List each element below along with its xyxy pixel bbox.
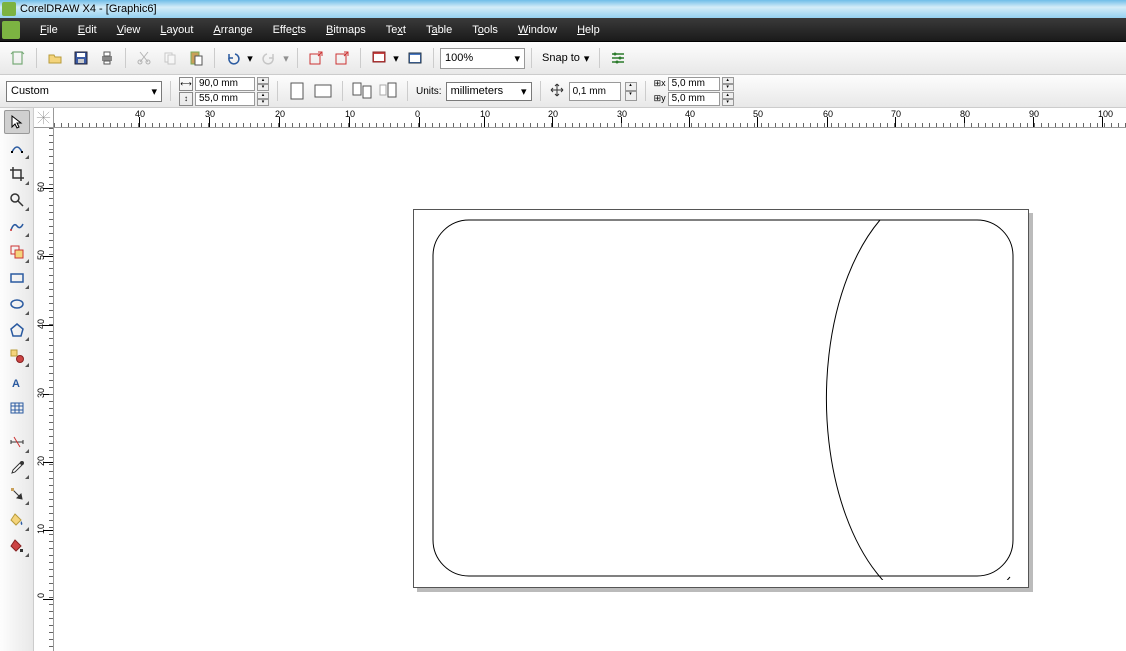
- menu-table[interactable]: Table: [416, 20, 462, 40]
- smart-fill-tool[interactable]: [4, 240, 30, 264]
- chevron-down-icon: ▾: [514, 52, 520, 65]
- menu-tools[interactable]: Tools: [462, 20, 508, 40]
- snap-label: Snap to: [542, 52, 580, 64]
- paste-button[interactable]: [184, 46, 208, 70]
- rectangle-tool[interactable]: [4, 266, 30, 290]
- current-page-button[interactable]: [377, 80, 399, 102]
- ruler-origin[interactable]: [34, 108, 54, 128]
- menu-bar: File Edit View Layout Arrange Effects Bi…: [0, 18, 1126, 42]
- menu-text[interactable]: Text: [376, 20, 416, 40]
- crop-tool[interactable]: [4, 162, 30, 186]
- width-icon: ⟷: [179, 77, 193, 91]
- duplicate-x-icon: ⊞x: [654, 78, 666, 89]
- vertical-ruler[interactable]: 6050403020100: [34, 128, 54, 651]
- ellipse-arc-shape[interactable]: [810, 217, 1017, 580]
- open-button[interactable]: [43, 46, 67, 70]
- pick-tool[interactable]: [4, 110, 30, 134]
- page-width-input[interactable]: [195, 77, 255, 91]
- zoom-combo[interactable]: 100% ▾: [440, 48, 525, 69]
- duplicate-x-input[interactable]: [668, 77, 720, 91]
- units-combo[interactable]: millimeters ▾: [446, 82, 532, 101]
- text-tool[interactable]: A: [4, 370, 30, 394]
- page-height-input[interactable]: [195, 92, 255, 106]
- menu-edit[interactable]: Edit: [68, 20, 107, 40]
- menu-window[interactable]: Window: [508, 20, 567, 40]
- duplicate-y-input[interactable]: [668, 92, 720, 106]
- landscape-button[interactable]: [312, 80, 334, 102]
- chevron-down-icon: ▾: [151, 85, 157, 98]
- copy-button[interactable]: [158, 46, 182, 70]
- all-pages-button[interactable]: [351, 80, 373, 102]
- eyedropper-tool[interactable]: [4, 456, 30, 480]
- dimension-tool[interactable]: [4, 430, 30, 454]
- standard-toolbar: ▾ ▾ ▾ 100% ▾ Snap to ▾: [0, 42, 1126, 75]
- toolbox: A: [0, 108, 34, 651]
- chevron-down-icon: ▾: [521, 85, 527, 98]
- menu-help[interactable]: Help: [567, 20, 610, 40]
- duplicate-y-icon: ⊞y: [654, 93, 666, 104]
- app-icon: [2, 2, 16, 16]
- nudge-icon: [549, 82, 565, 101]
- print-button[interactable]: [95, 46, 119, 70]
- horizontal-ruler[interactable]: 403020100102030405060708090100: [34, 108, 1126, 128]
- units-label: Units:: [416, 86, 442, 97]
- redo-dropdown[interactable]: ▾: [281, 46, 291, 70]
- welcome-screen-button[interactable]: [403, 46, 427, 70]
- zoom-value: 100%: [445, 52, 473, 64]
- zoom-tool[interactable]: [4, 188, 30, 212]
- app-launcher-button[interactable]: [367, 46, 391, 70]
- save-button[interactable]: [69, 46, 93, 70]
- title-bar: CorelDRAW X4 - [Graphic6]: [0, 0, 1126, 18]
- undo-dropdown[interactable]: ▾: [245, 46, 255, 70]
- polygon-tool[interactable]: [4, 318, 30, 342]
- svg-text:A: A: [12, 378, 20, 390]
- export-button[interactable]: [330, 46, 354, 70]
- dup-y-spinner[interactable]: ▴▾: [722, 92, 734, 106]
- paper-type-value: Custom: [11, 85, 49, 97]
- units-value: millimeters: [451, 85, 504, 97]
- snap-to-dropdown[interactable]: Snap to ▾: [538, 48, 593, 69]
- chevron-down-icon: ▾: [584, 52, 590, 65]
- interactive-fill-tool[interactable]: [4, 534, 30, 558]
- app-launcher-dropdown[interactable]: ▾: [391, 46, 401, 70]
- property-bar: Custom ▾ ⟷ ▴▾ ↕ ▴▾ Units: millimeters ▾ …: [0, 75, 1126, 108]
- width-spinner[interactable]: ▴▾: [257, 77, 269, 91]
- portrait-button[interactable]: [286, 80, 308, 102]
- menu-bitmaps[interactable]: Bitmaps: [316, 20, 376, 40]
- redo-button[interactable]: [257, 46, 281, 70]
- height-icon: ↕: [179, 92, 193, 106]
- fill-tool[interactable]: [4, 508, 30, 532]
- menu-effects[interactable]: Effects: [263, 20, 316, 40]
- document-icon[interactable]: [2, 21, 20, 39]
- new-button[interactable]: [6, 46, 30, 70]
- menu-arrange[interactable]: Arrange: [203, 20, 262, 40]
- table-tool[interactable]: [4, 396, 30, 420]
- undo-button[interactable]: [221, 46, 245, 70]
- paper-type-combo[interactable]: Custom ▾: [6, 81, 162, 102]
- canvas-area[interactable]: 403020100102030405060708090100 605040302…: [34, 108, 1126, 651]
- freehand-tool[interactable]: [4, 214, 30, 238]
- options-button[interactable]: [606, 46, 630, 70]
- shape-tool[interactable]: [4, 136, 30, 160]
- window-title: CorelDRAW X4 - [Graphic6]: [20, 3, 157, 15]
- menu-view[interactable]: View: [107, 20, 151, 40]
- cut-button[interactable]: [132, 46, 156, 70]
- menu-file[interactable]: File: [30, 20, 68, 40]
- import-button[interactable]: [304, 46, 328, 70]
- nudge-input[interactable]: [569, 82, 621, 101]
- nudge-spinner[interactable]: ▴▾: [625, 82, 637, 101]
- dup-x-spinner[interactable]: ▴▾: [722, 77, 734, 91]
- menu-layout[interactable]: Layout: [150, 20, 203, 40]
- ellipse-tool[interactable]: [4, 292, 30, 316]
- basic-shapes-tool[interactable]: [4, 344, 30, 368]
- outline-tool[interactable]: [4, 482, 30, 506]
- workspace: A 403020100102030405060708090100 6050403…: [0, 108, 1126, 651]
- height-spinner[interactable]: ▴▾: [257, 92, 269, 106]
